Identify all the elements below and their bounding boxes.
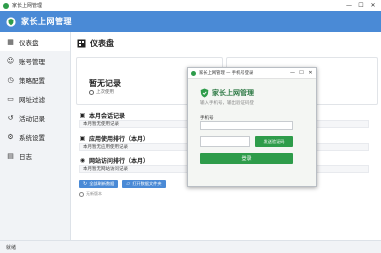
dashboard-icon: ▦ (7, 37, 14, 46)
action-buttons: ↻ 全部刷新数据 ▱ 打开数据文件夹 (79, 180, 166, 188)
sidebar-item-settings[interactable]: ⚙ 系统设置 (0, 127, 70, 146)
history-icon: ↺ (7, 113, 14, 122)
user-icon: ☺ (6, 56, 15, 65)
sidebar-item-logs[interactable]: ▤ 日志 (0, 146, 70, 165)
dialog-window-controls: — ☐ ✕ (288, 68, 315, 78)
status-bar: 就绪 (0, 240, 381, 253)
sidebar-item-accounts[interactable]: ☺ 账号管理 (0, 51, 70, 70)
minimize-button[interactable]: — (343, 2, 355, 9)
dashboard-icon (77, 39, 86, 48)
verification-code-input[interactable] (200, 136, 250, 147)
version-status: 无新版本 (79, 191, 102, 197)
sidebar-item-label: 活动记录 (19, 114, 45, 123)
sidebar-item-label: 仪表盘 (19, 38, 39, 47)
send-code-button[interactable]: 发送验证码 (255, 136, 293, 147)
section-sites-title: ◉ 网站访问排行（本月） (79, 156, 149, 165)
sidebar-item-label: 日志 (19, 152, 32, 161)
calendar-icon: ▣ (79, 112, 86, 119)
refresh-all-button[interactable]: ↻ 全部刷新数据 (79, 180, 119, 188)
dialog-titlebar: 家长上网管理 — 手机号登录 — ☐ ✕ (188, 68, 316, 79)
last-usage-label: 上次使用 (96, 90, 114, 95)
page-title: 仪表盘 (77, 38, 114, 49)
refresh-label: 全部刷新数据 (89, 181, 115, 186)
dialog-title: 家长上网管理 — 手机号登录 (199, 71, 254, 76)
section-title: 网站访问排行（本月） (89, 158, 150, 165)
clock-icon (89, 89, 94, 95)
open-data-folder-button[interactable]: ▱ 打开数据文件夹 (122, 180, 166, 188)
login-dialog: 家长上网管理 — 手机号登录 — ☐ ✕ 家长上网管理 输入手机号，输出验证码登… (187, 67, 317, 187)
sidebar-item-label: 策略配置 (19, 76, 45, 85)
sidebar-item-label: 账号管理 (19, 57, 45, 66)
app-header: 家长上网管理 (0, 11, 381, 32)
status-text: 就绪 (6, 244, 17, 251)
globe-icon: ◉ (79, 157, 86, 164)
filter-icon: ▭ (7, 94, 14, 103)
app-icon: ▣ (79, 135, 86, 142)
dialog-brand: 家长上网管理 (200, 88, 254, 98)
shield-logo-icon (6, 16, 16, 27)
close-button[interactable]: ✕ (367, 2, 379, 9)
dialog-brand-name: 家长上网管理 (212, 89, 254, 97)
page-title-text: 仪表盘 (90, 39, 114, 48)
info-icon (79, 191, 84, 197)
folder-icon: ▱ (126, 181, 131, 187)
sidebar: ▦ 仪表盘 ☺ 账号管理 ◷ 策略配置 ▭ 网址过滤 ↺ 活动记录 ⚙ 系统设置… (0, 32, 71, 240)
sidebar-item-label: 网址过滤 (19, 95, 45, 104)
clock-icon: ◷ (7, 75, 14, 84)
section-sessions-title: ▣ 本月会话记录 (79, 111, 125, 120)
sidebar-item-url-filter[interactable]: ▭ 网址过滤 (0, 89, 70, 108)
dialog-subtitle: 输入手机号，输出验证码登 (200, 101, 254, 106)
sidebar-item-label: 系统设置 (19, 133, 45, 142)
open-folder-label: 打开数据文件夹 (132, 181, 162, 186)
window-title: 家长上网管理 (12, 3, 43, 9)
phone-input[interactable] (200, 121, 293, 130)
section-title: 本月会话记录 (89, 113, 126, 120)
sidebar-item-policy[interactable]: ◷ 策略配置 (0, 70, 70, 89)
app-icon (3, 2, 9, 9)
section-title: 应用使用排行（本月） (89, 136, 150, 143)
last-usage-value: 暂无记录 (89, 79, 121, 88)
last-usage-caption: 上次使用 (89, 89, 114, 95)
window-controls: — ☐ ✕ (343, 0, 379, 11)
shield-icon (200, 88, 209, 98)
dialog-minimize-button[interactable]: — (288, 70, 297, 76)
login-button[interactable]: 登录 (200, 153, 293, 164)
app-icon (191, 70, 196, 76)
gear-icon: ⚙ (7, 132, 14, 141)
sidebar-item-activity[interactable]: ↺ 活动记录 (0, 108, 70, 127)
maximize-button[interactable]: ☐ (355, 2, 367, 9)
dialog-maximize-button[interactable]: ☐ (297, 70, 306, 76)
app-name: 家长上网管理 (21, 17, 72, 26)
dialog-close-button[interactable]: ✕ (306, 70, 315, 76)
log-icon: ▤ (7, 151, 14, 160)
refresh-icon: ↻ (83, 181, 88, 187)
version-text: 无新版本 (86, 191, 102, 196)
sidebar-item-dashboard[interactable]: ▦ 仪表盘 (0, 32, 70, 51)
section-apps-title: ▣ 应用使用排行（本月） (79, 134, 149, 143)
